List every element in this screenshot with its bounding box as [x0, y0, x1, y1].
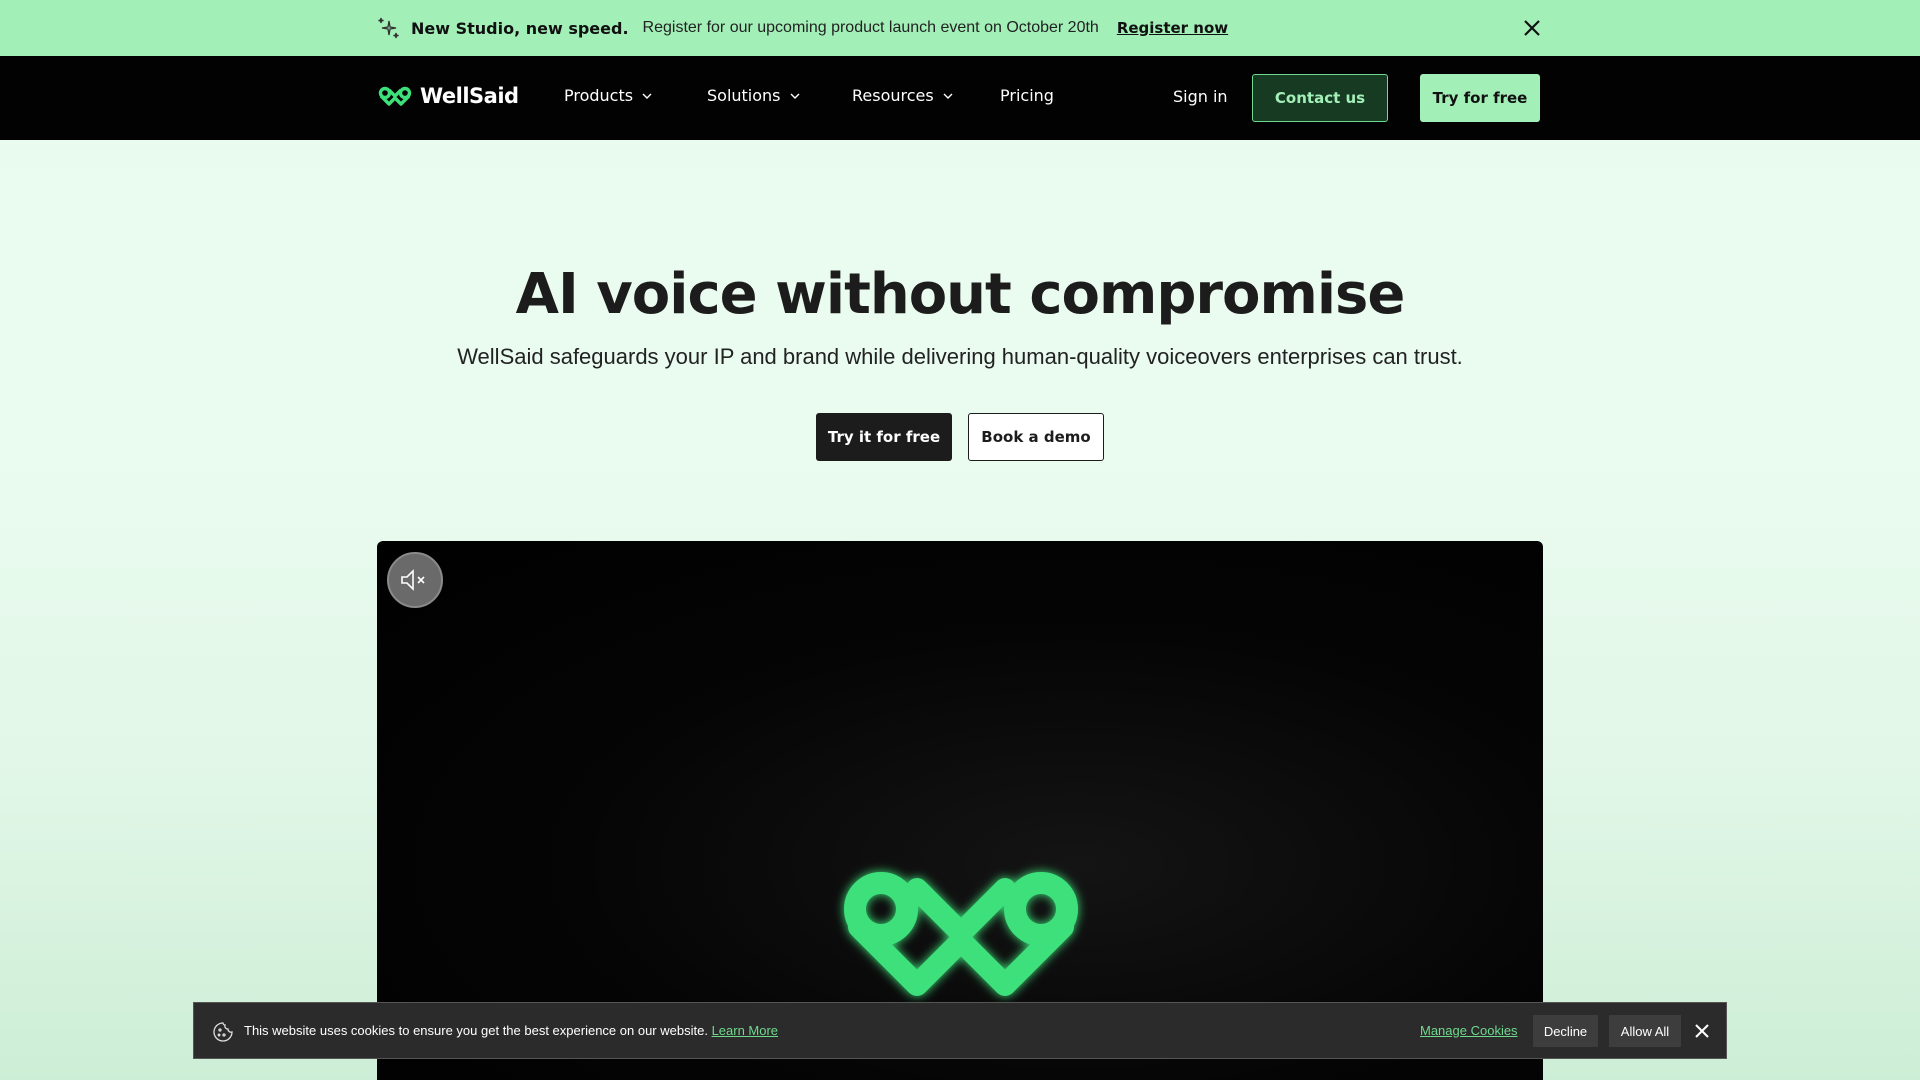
decline-cookies-button[interactable]: Decline: [1533, 1015, 1598, 1047]
try-for-free-button[interactable]: Try for free: [1420, 74, 1540, 122]
cookie-message: This website uses cookies to ensure you …: [244, 1023, 778, 1038]
mute-icon: [401, 569, 425, 591]
manage-cookies-link[interactable]: Manage Cookies: [1420, 1023, 1518, 1038]
close-icon[interactable]: [1520, 16, 1544, 40]
cookie-icon: [213, 1022, 233, 1042]
cookie-banner: This website uses cookies to ensure you …: [193, 1002, 1727, 1059]
close-icon[interactable]: [1693, 1022, 1711, 1040]
nav-products-label: Products: [564, 86, 634, 105]
cookie-message-text: This website uses cookies to ensure you …: [244, 1023, 708, 1038]
announcement-text: Register for our upcoming product launch…: [642, 19, 1099, 36]
nav-pricing-label: Pricing: [1000, 86, 1054, 105]
wellsaid-logo: [844, 872, 1078, 996]
sparkle-icon: [378, 17, 399, 39]
chevron-down-icon: [790, 93, 800, 99]
learn-more-link[interactable]: Learn More: [712, 1023, 778, 1038]
brand-logo[interactable]: WellSaid: [378, 84, 519, 108]
brand-name: WellSaid: [420, 84, 519, 108]
allow-all-cookies-button[interactable]: Allow All: [1609, 1015, 1681, 1047]
nav-resources[interactable]: Resources: [852, 86, 954, 105]
book-demo-button[interactable]: Book a demo: [968, 413, 1104, 461]
hero-title: AI voice without compromise: [515, 262, 1406, 327]
announcement-content: New Studio, new speed. Register for our …: [377, 0, 1228, 56]
nav-pricing[interactable]: Pricing: [1000, 86, 1054, 105]
nav-products[interactable]: Products: [564, 86, 653, 105]
chevron-down-icon: [642, 93, 652, 99]
contact-us-button[interactable]: Contact us: [1252, 74, 1388, 122]
announcement-bar: New Studio, new speed. Register for our …: [0, 0, 1920, 56]
hero-video[interactable]: [377, 541, 1543, 1080]
register-now-link[interactable]: Register now: [1117, 19, 1228, 37]
chevron-down-icon: [943, 93, 953, 99]
try-it-free-button[interactable]: Try it for free: [816, 413, 952, 461]
mute-button[interactable]: [387, 552, 443, 608]
announcement-headline: New Studio, new speed.: [411, 18, 629, 38]
main-navbar: WellSaid Products Solutions Resources Pr…: [0, 56, 1920, 140]
wellsaid-logo: [378, 86, 412, 106]
nav-solutions[interactable]: Solutions: [707, 86, 801, 105]
sign-in-link[interactable]: Sign in: [1173, 87, 1228, 106]
nav-resources-label: Resources: [852, 86, 934, 105]
nav-solutions-label: Solutions: [707, 86, 781, 105]
hero-subtitle: WellSaid safeguards your IP and brand wh…: [457, 344, 1463, 369]
